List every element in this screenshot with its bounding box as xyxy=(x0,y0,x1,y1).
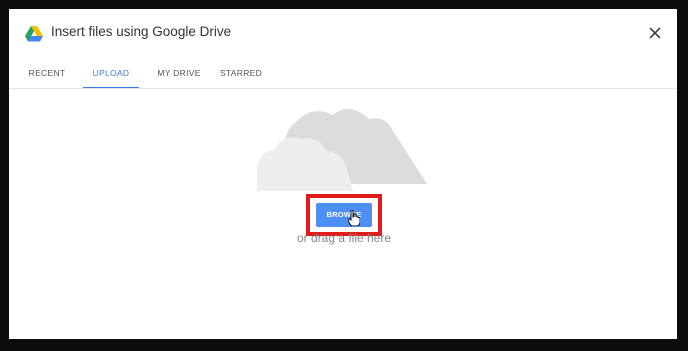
close-icon xyxy=(649,27,661,39)
google-drive-icon xyxy=(25,26,43,42)
dialog-header: Insert files using Google Drive xyxy=(9,9,677,57)
cloud-icon xyxy=(257,108,427,191)
tab-starred[interactable]: STARRED xyxy=(217,59,265,87)
tab-upload[interactable]: UPLOAD xyxy=(83,59,139,89)
dialog-title: Insert files using Google Drive xyxy=(51,24,232,39)
drag-file-hint: or drag a file here xyxy=(296,231,392,245)
browse-button[interactable]: BROWSE xyxy=(316,203,372,227)
close-button[interactable] xyxy=(645,23,665,43)
google-drive-picker-dialog: Insert files using Google Drive RECENT U… xyxy=(9,9,677,339)
tab-my-drive[interactable]: MY DRIVE xyxy=(153,59,205,87)
tab-recent[interactable]: RECENT xyxy=(25,59,69,87)
screenshot-frame: Insert files using Google Drive RECENT U… xyxy=(0,0,688,351)
hand-pointer-cursor-icon xyxy=(348,210,360,226)
